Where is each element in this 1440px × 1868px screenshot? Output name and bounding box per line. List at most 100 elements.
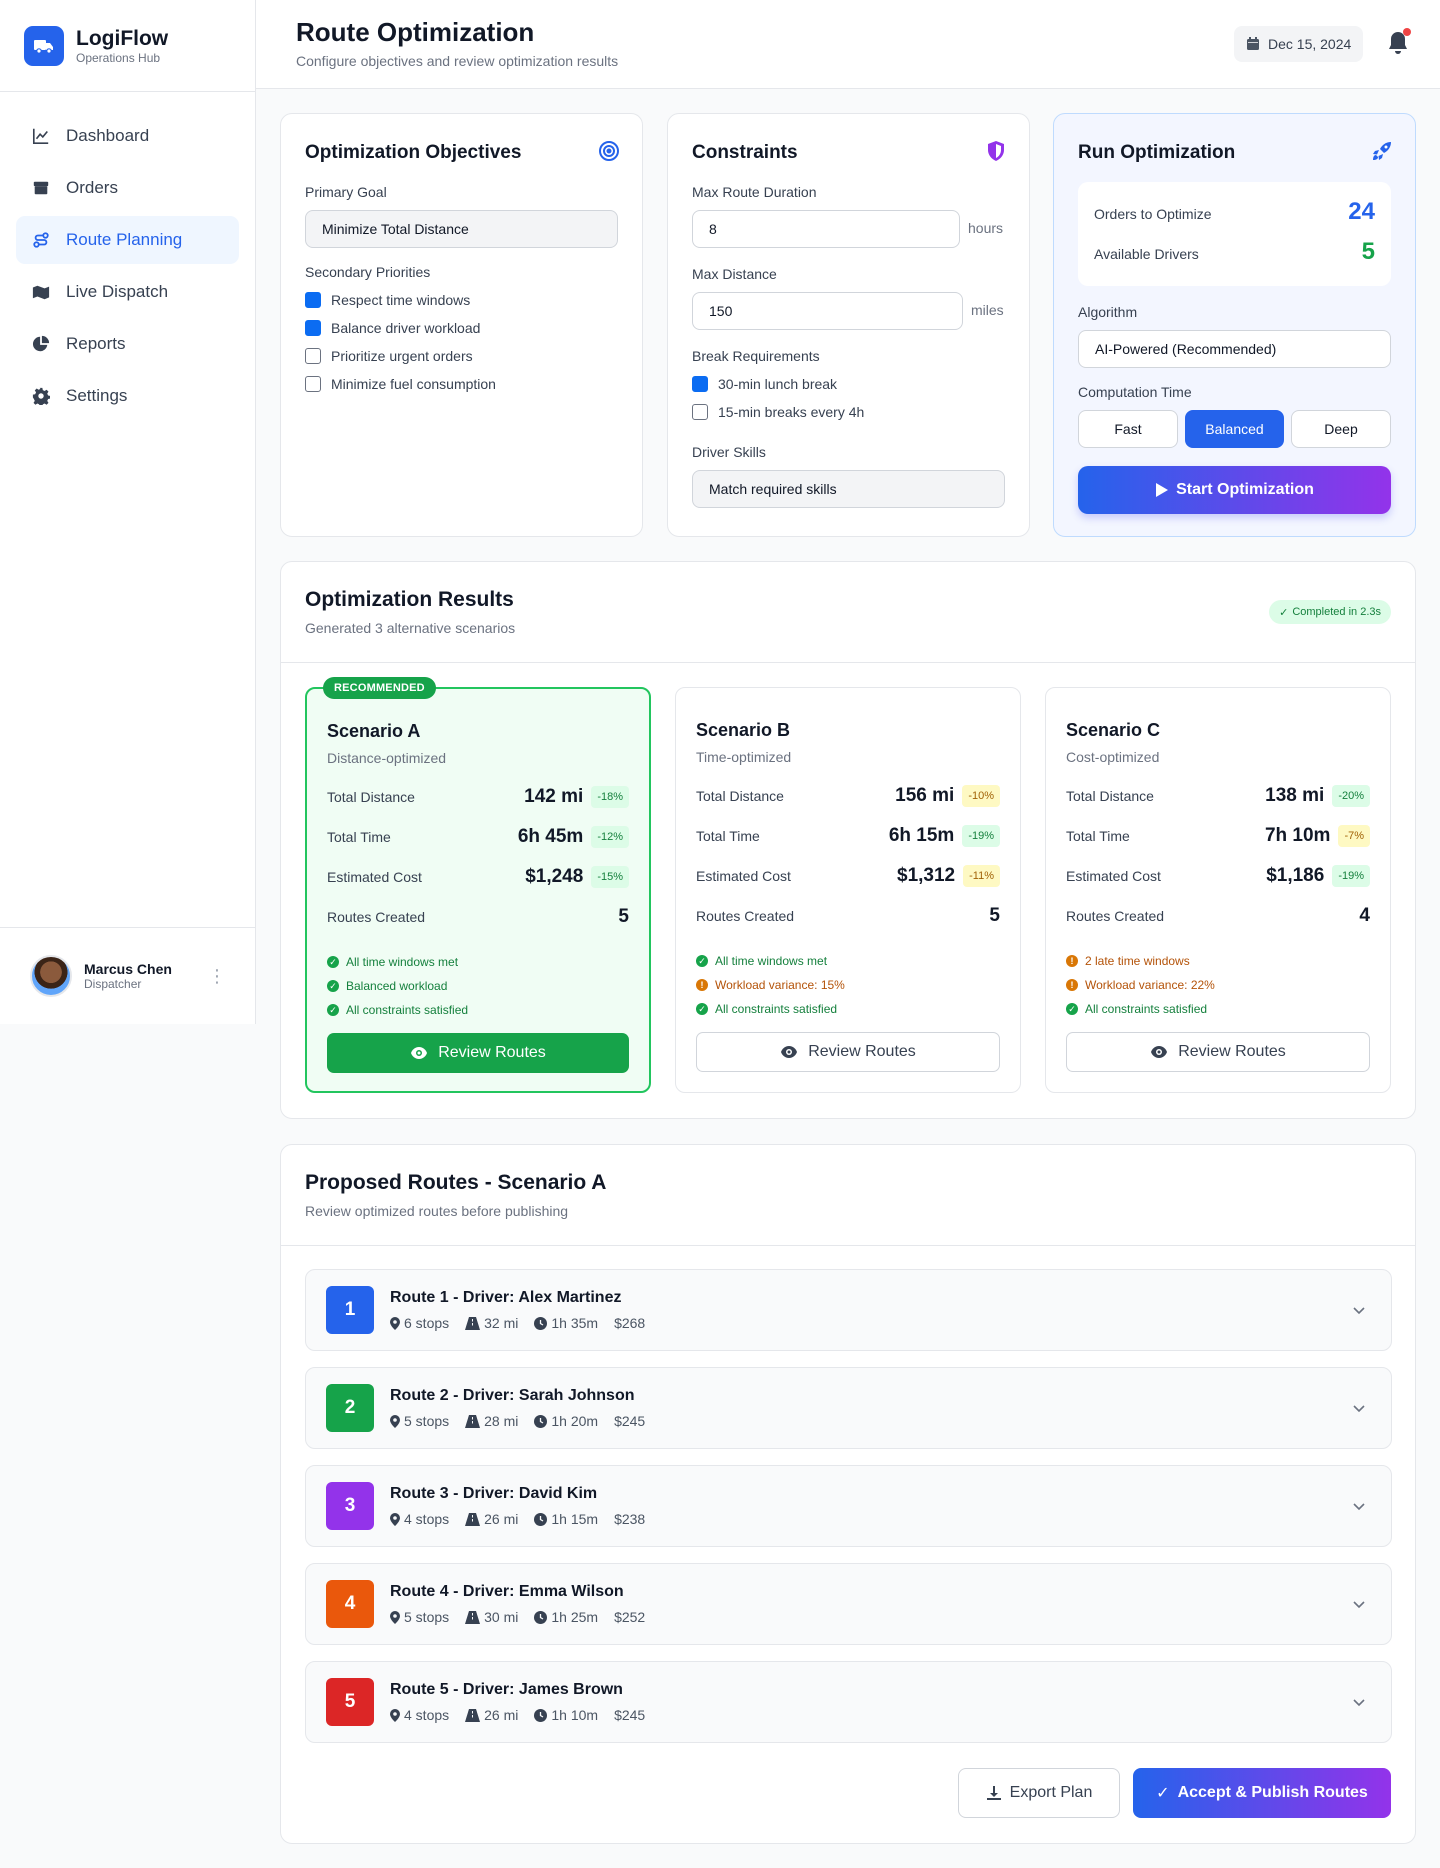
algorithm-select[interactable]: AI-Powered (Recommended) bbox=[1078, 330, 1391, 368]
time-option-balanced[interactable]: Balanced bbox=[1185, 410, 1284, 448]
nav-item-reports[interactable]: Reports bbox=[16, 320, 239, 368]
max-distance-input[interactable]: 150 bbox=[692, 292, 963, 330]
section-subtitle: Review optimized routes before publishin… bbox=[305, 1203, 569, 1219]
orders-value: 24 bbox=[1348, 198, 1375, 225]
notifications-button[interactable] bbox=[1386, 28, 1411, 56]
metric-row: Estimated Cost $1,186 -19% bbox=[1066, 862, 1370, 890]
brand-name: LogiFlow bbox=[76, 26, 169, 50]
export-plan-button[interactable]: Export Plan bbox=[958, 1768, 1120, 1818]
nav-label: Reports bbox=[66, 334, 126, 353]
nav-item-settings[interactable]: Settings bbox=[16, 372, 239, 420]
route-row[interactable]: 2 Route 2 - Driver: Sarah Johnson 5 stops 2… bbox=[305, 1367, 1392, 1449]
checkbox-label: 30-min lunch break bbox=[718, 376, 838, 392]
date-label: Dec 15, 2024 bbox=[1268, 36, 1352, 52]
nav-item-route-planning[interactable]: Route Planning bbox=[16, 216, 239, 264]
nav-item-live-dispatch[interactable]: Live Dispatch bbox=[16, 268, 239, 316]
checkbox-unchecked[interactable] bbox=[305, 376, 321, 392]
review-routes-button[interactable]: Review Routes bbox=[1066, 1032, 1370, 1072]
chevron-down-icon[interactable] bbox=[1351, 1302, 1367, 1318]
priority-checkbox[interactable]: Respect time windows bbox=[305, 292, 470, 308]
metric-row: Total Time 7h 10m -7% bbox=[1066, 822, 1370, 850]
max-duration-input[interactable]: 8 bbox=[692, 210, 960, 248]
priority-checkbox[interactable]: Minimize fuel consumption bbox=[305, 376, 496, 392]
route-distance: 32 mi bbox=[465, 1315, 518, 1331]
recommended-badge: RECOMMENDED bbox=[323, 677, 436, 699]
scenario-note: ✓ All constraints satisfied bbox=[1066, 1002, 1207, 1016]
review-routes-button[interactable]: Review Routes bbox=[696, 1032, 1000, 1072]
route-cost: $245 bbox=[614, 1707, 645, 1723]
divider bbox=[281, 662, 1415, 663]
section-title: Proposed Routes - Scenario A bbox=[305, 1171, 607, 1194]
route-title: Route 5 - Driver: James Brown bbox=[390, 1681, 623, 1698]
priority-checkbox[interactable]: Balance driver workload bbox=[305, 320, 480, 336]
scenario-name: Scenario B bbox=[696, 720, 791, 740]
scenario-card[interactable]: Scenario C Cost-optimized Total Distance… bbox=[1045, 687, 1391, 1093]
map-icon bbox=[32, 285, 50, 300]
scenario-card[interactable]: RECOMMENDED Scenario A Distance-optimize… bbox=[305, 677, 651, 1093]
user-profile[interactable]: Marcus Chen Dispatcher ⋮ bbox=[0, 927, 256, 1024]
metric-row: Total Time 6h 45m -12% bbox=[327, 823, 629, 851]
distance-value: 28 mi bbox=[484, 1413, 519, 1429]
stats-box: Orders to Optimize 24 Available Drivers … bbox=[1078, 182, 1391, 286]
nav-item-dashboard[interactable]: Dashboard bbox=[16, 112, 239, 160]
eye-icon bbox=[411, 1047, 428, 1059]
stops-value: 5 stops bbox=[404, 1413, 450, 1429]
check-circle-icon: ✓ bbox=[1066, 1003, 1078, 1015]
start-optimization-button[interactable]: Start Optimization bbox=[1078, 466, 1391, 514]
route-row[interactable]: 3 Route 3 - Driver: David Kim 4 stops 26 mi… bbox=[305, 1465, 1392, 1547]
checkbox-checked[interactable] bbox=[305, 292, 321, 308]
break-requirements-label: Break Requirements bbox=[692, 348, 820, 364]
metric-value: 156 mi bbox=[895, 785, 955, 806]
download-icon bbox=[986, 1786, 1001, 1800]
route-time: 1h 25m bbox=[534, 1609, 598, 1625]
scenario-type: Time-optimized bbox=[696, 749, 792, 765]
checkbox-checked[interactable] bbox=[692, 376, 708, 392]
nav-label: Orders bbox=[66, 178, 118, 197]
date-picker[interactable]: Dec 15, 2024 bbox=[1234, 26, 1364, 62]
review-routes-button[interactable]: Review Routes bbox=[327, 1033, 629, 1073]
nav-item-orders[interactable]: Orders bbox=[16, 164, 239, 212]
notification-dot bbox=[1403, 28, 1411, 36]
distance-value: 26 mi bbox=[484, 1511, 519, 1527]
secondary-priorities-label: Secondary Priorities bbox=[305, 264, 431, 280]
route-distance: 30 mi bbox=[465, 1609, 518, 1625]
proposed-routes-card: Proposed Routes - Scenario A Review opti… bbox=[280, 1144, 1416, 1844]
primary-goal-select[interactable]: Minimize Total Distance bbox=[305, 210, 618, 248]
metric-row: Total Distance 156 mi -10% bbox=[696, 782, 1000, 810]
publish-routes-button[interactable]: ✓ Accept & Publish Routes bbox=[1133, 1768, 1391, 1818]
pie-chart-icon bbox=[32, 335, 50, 352]
note-text: All time windows met bbox=[715, 954, 828, 968]
cost-value: $245 bbox=[614, 1413, 646, 1429]
road-icon bbox=[465, 1414, 481, 1428]
time-option-deep[interactable]: Deep bbox=[1291, 410, 1391, 448]
checkbox-label: Minimize fuel consumption bbox=[331, 376, 496, 392]
route-row[interactable]: 1 Route 1 - Driver: Alex Martinez 6 stops 3… bbox=[305, 1269, 1392, 1351]
driver-skills-select[interactable]: Match required skills bbox=[692, 470, 1005, 508]
break-checkbox[interactable]: 30-min lunch break bbox=[692, 376, 837, 392]
break-checkbox[interactable]: 15-min breaks every 4h bbox=[692, 404, 864, 420]
road-icon bbox=[465, 1512, 481, 1526]
chevron-down-icon[interactable] bbox=[1351, 1596, 1367, 1612]
route-title: Route 1 - Driver: Alex Martinez bbox=[390, 1289, 622, 1306]
route-cost: $268 bbox=[614, 1315, 645, 1331]
checkbox-unchecked[interactable] bbox=[692, 404, 708, 420]
brand[interactable]: LogiFlow Operations Hub bbox=[0, 0, 255, 92]
target-icon bbox=[599, 141, 619, 161]
metric-label: Total Time bbox=[327, 829, 391, 845]
checkbox-unchecked[interactable] bbox=[305, 348, 321, 364]
distance-value: 26 mi bbox=[484, 1707, 519, 1723]
scenario-card[interactable]: Scenario B Time-optimized Total Distance… bbox=[675, 687, 1021, 1093]
priority-checkbox[interactable]: Prioritize urgent orders bbox=[305, 348, 473, 364]
chevron-down-icon[interactable] bbox=[1351, 1694, 1367, 1710]
road-icon bbox=[465, 1316, 481, 1330]
route-row[interactable]: 5 Route 5 - Driver: James Brown 4 stops 26 … bbox=[305, 1661, 1392, 1743]
chevron-down-icon[interactable] bbox=[1351, 1498, 1367, 1514]
more-options-icon[interactable]: ⋮ bbox=[208, 966, 226, 987]
time-option-fast[interactable]: Fast bbox=[1078, 410, 1178, 448]
metric-value: 6h 45m bbox=[517, 826, 584, 847]
route-number-badge: 4 bbox=[326, 1580, 374, 1628]
chevron-down-icon[interactable] bbox=[1351, 1400, 1367, 1416]
checkbox-checked[interactable] bbox=[305, 320, 321, 336]
metric-change: -19% bbox=[1332, 865, 1370, 887]
route-row[interactable]: 4 Route 4 - Driver: Emma Wilson 5 stops 30 … bbox=[305, 1563, 1392, 1645]
